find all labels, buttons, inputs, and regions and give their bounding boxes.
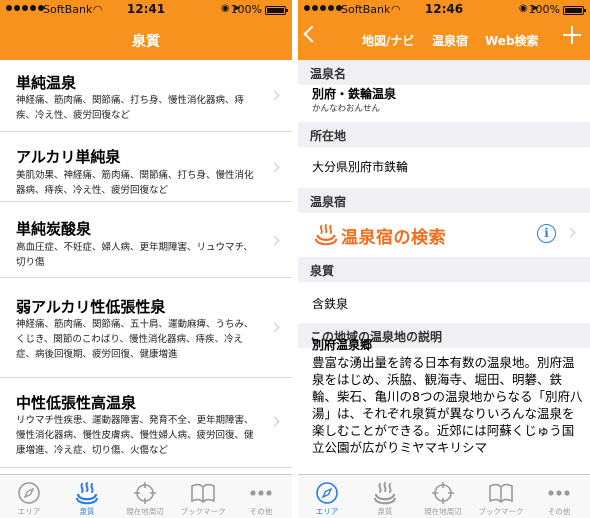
list-item-title: 弱アルカリ性低張性泉 xyxy=(16,298,166,316)
tab-bar: エリア 泉質 現在地周辺 ブックマーク その他 xyxy=(298,474,590,518)
tab-bookmark[interactable]: ブックマーク xyxy=(174,475,232,518)
book-icon xyxy=(489,483,513,504)
list-item-title: アルカリ単純泉 xyxy=(16,148,121,166)
section-header-location: 所在地 xyxy=(298,122,590,147)
list-item-title: 中性低張性高温泉 xyxy=(16,394,137,412)
tab-label: ブックマーク xyxy=(180,507,226,516)
chevron-right-icon xyxy=(269,162,280,173)
onsen-quality: 含鉄泉 xyxy=(312,297,349,311)
hot-spring-icon xyxy=(374,482,396,505)
compass-icon xyxy=(18,482,40,504)
tab-quality[interactable]: 泉質 xyxy=(356,475,414,518)
tab-bookmark[interactable]: ブックマーク xyxy=(472,475,530,518)
more-icon xyxy=(548,490,570,496)
section-header-inn: 温泉宿 xyxy=(298,188,590,213)
tab-quality[interactable]: 泉質 xyxy=(58,475,116,518)
tab-label: エリア xyxy=(17,507,41,516)
compass-icon xyxy=(316,482,338,504)
more-icon xyxy=(250,490,272,496)
status-bar: SoftBank ◠ 12:46 ◉➤ 100% xyxy=(298,0,590,20)
chevron-right-icon xyxy=(269,416,280,427)
list-item-desc: リウマチ性疾患、運動器障害、発育不全、更年期障害、慢性消化器病、慢性皮膚病、慢性… xyxy=(16,415,254,456)
section-header-name: 温泉名 xyxy=(298,60,590,85)
section-header-quality: 泉質 xyxy=(298,257,590,282)
list-item-desc: 神経痛、筋肉痛、関節痛、五十肩、運動麻痺、うちみ、くじき、関節のこわばり、慢性消… xyxy=(16,319,254,360)
map-navi-button[interactable]: 地図/ナビ xyxy=(362,32,414,49)
location-target-icon xyxy=(134,482,156,504)
tab-area[interactable]: エリア xyxy=(298,475,356,518)
tab-label: 現在地周辺 xyxy=(126,507,164,516)
battery-percent: 100% xyxy=(528,3,560,16)
list-item[interactable]: 単純温泉 神経痛、筋肉痛、関節痛、打ち身、慢性消化器病、痔疾、冷え性、疲労回復な… xyxy=(0,60,292,132)
battery-percent: 100% xyxy=(230,3,262,16)
back-chevron-icon[interactable] xyxy=(303,25,321,43)
tab-nearby[interactable]: 現在地周辺 xyxy=(414,475,472,518)
onsen-location: 大分県別府市鉄輪 xyxy=(312,160,409,174)
tab-more[interactable]: その他 xyxy=(232,475,290,518)
list-item[interactable]: アルカリ単純泉 美肌効果、神経痛、筋肉痛、関節痛、打ち身、慢性消化器病、痔疾、冷… xyxy=(0,132,292,202)
list-item-title: 単純温泉 xyxy=(16,74,77,92)
tab-nearby[interactable]: 現在地周辺 xyxy=(116,475,174,518)
chevron-right-icon xyxy=(269,322,280,333)
web-search-button[interactable]: Web検索 xyxy=(485,32,539,49)
inn-search-label: 温泉宿の検索 xyxy=(341,228,446,248)
description-text: 豊富な湧出量を誇る日本有数の温泉地。別府温泉をはじめ、浜脇、観海寺、堀田、明礬、… xyxy=(312,355,583,455)
chevron-right-icon xyxy=(269,90,280,101)
hot-spring-icon xyxy=(314,223,338,246)
navigation-bar: SoftBank ◠ 12:46 ◉➤ 100% 地図/ナビ 温泉宿 Web検索 xyxy=(298,0,590,60)
tab-label: ブックマーク xyxy=(478,507,524,516)
list-item[interactable]: 単純炭酸泉 高血圧症、不妊症、婦人病、更年期障害、リュウマチ、切り傷 xyxy=(0,202,292,278)
tab-bar: エリア 泉質 現在地周辺 ブックマーク その他 xyxy=(0,474,292,518)
list-item[interactable]: 弱アルカリ性低張性泉 神経痛、筋肉痛、関節痛、五十肩、運動麻痺、うちみ、くじき、… xyxy=(0,278,292,378)
book-icon xyxy=(191,483,215,504)
onsen-quality-list-screen: SoftBank ◠ 12:41 ◉➤ 100% 泉質 単純温泉 神経痛、筋肉痛… xyxy=(0,0,292,518)
navigation-bar: SoftBank ◠ 12:41 ◉➤ 100% 泉質 xyxy=(0,0,292,60)
tab-label: その他 xyxy=(249,507,273,516)
battery-icon xyxy=(563,6,586,15)
hot-spring-icon xyxy=(76,482,98,505)
description-title: 別府温泉郷 xyxy=(312,338,373,352)
tab-area[interactable]: エリア xyxy=(0,475,58,518)
list-item-desc: 高血圧症、不妊症、婦人病、更年期障害、リュウマチ、切り傷 xyxy=(16,242,253,268)
status-bar: SoftBank ◠ 12:41 ◉➤ 100% xyxy=(0,0,292,20)
list-item-title: 単純炭酸泉 xyxy=(16,220,92,238)
info-icon[interactable]: i xyxy=(537,224,556,243)
tab-label: その他 xyxy=(547,507,571,516)
list-item-desc: 神経痛、筋肉痛、関節痛、打ち身、慢性消化器病、痔疾、冷え性、疲労回復など xyxy=(16,95,245,121)
tab-label: 泉質 xyxy=(79,507,95,516)
tab-label: 泉質 xyxy=(377,507,393,516)
inn-search-button[interactable]: 温泉宿の検索 xyxy=(314,221,454,249)
page-title: 泉質 xyxy=(132,34,160,50)
chevron-right-icon xyxy=(565,227,576,238)
list-item[interactable]: 中性低張性高温泉 リウマチ性疾患、運動器障害、発育不全、更年期障害、慢性消化器病… xyxy=(0,378,292,468)
list-item-desc: 美肌効果、神経痛、筋肉痛、関節痛、打ち身、慢性消化器病、痔疾、冷え性、疲労回復な… xyxy=(16,170,254,196)
chevron-right-icon xyxy=(269,235,280,246)
location-target-icon xyxy=(432,482,454,504)
onsen-reading: かんなわおんせん xyxy=(312,104,381,114)
tab-more[interactable]: その他 xyxy=(530,475,588,518)
onsen-name: 別府・鉄輪温泉 xyxy=(312,87,397,101)
onsen-detail-screen: SoftBank ◠ 12:46 ◉➤ 100% 地図/ナビ 温泉宿 Web検索… xyxy=(298,0,590,518)
tab-label: エリア xyxy=(315,507,339,516)
add-icon[interactable] xyxy=(563,26,581,44)
tab-label: 現在地周辺 xyxy=(424,507,462,516)
inn-button[interactable]: 温泉宿 xyxy=(432,32,468,49)
battery-icon xyxy=(265,6,288,15)
